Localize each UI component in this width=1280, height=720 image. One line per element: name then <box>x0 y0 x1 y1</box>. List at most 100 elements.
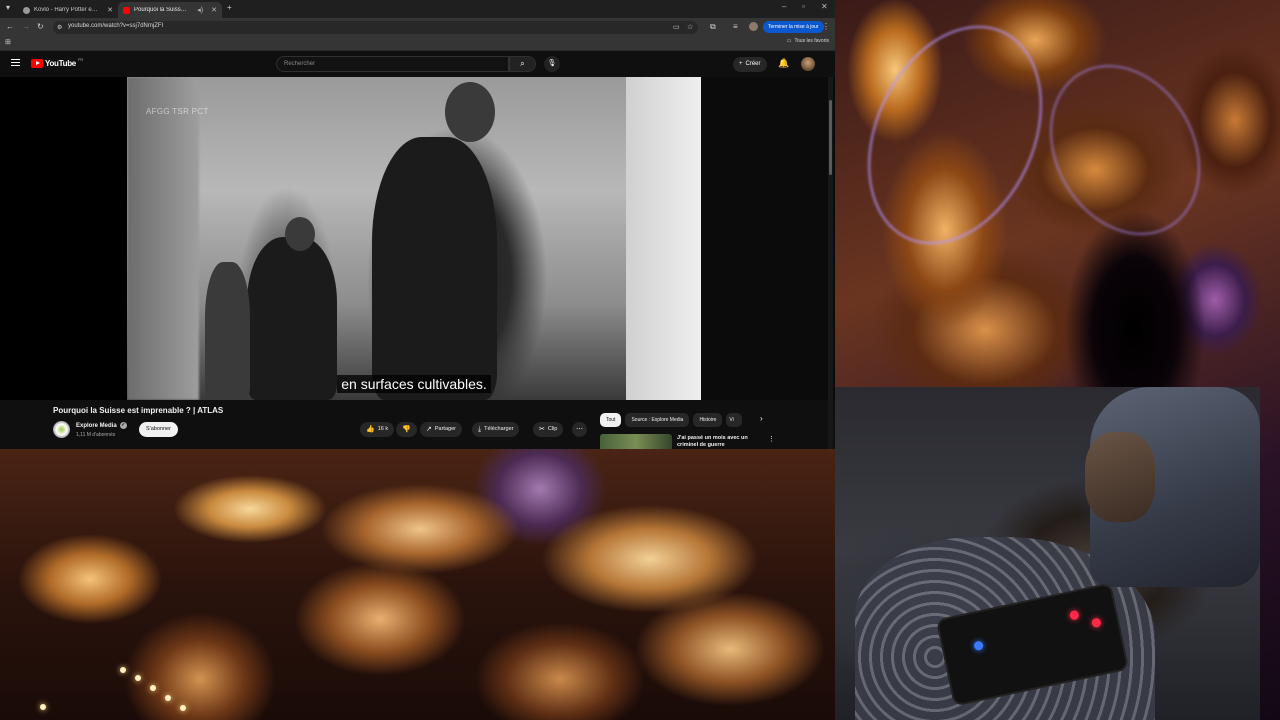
forward-arrow-icon[interactable]: → <box>22 21 30 33</box>
player-letterbox <box>701 77 835 400</box>
glow-light <box>135 675 141 681</box>
abstract-art-panel-bottom <box>0 449 835 720</box>
folder-icon: ▭ <box>786 38 792 44</box>
kebab-menu-icon[interactable]: ⋮ <box>822 21 830 33</box>
more-horizontal-icon: ⋯ <box>576 426 583 433</box>
close-icon[interactable]: ✕ <box>107 6 113 14</box>
more-actions-button[interactable]: ⋯ <box>572 422 587 437</box>
dislike-button[interactable]: 👎 <box>396 422 417 437</box>
video-player[interactable]: AFGG TSR PCT en surfaces cultivables. <box>0 77 835 400</box>
bookmark-star-icon[interactable]: ☆ <box>687 22 693 34</box>
glow-light <box>120 667 126 673</box>
verified-check-icon: ✓ <box>119 422 127 429</box>
clip-button[interactable]: ✂ Clip <box>533 422 564 437</box>
chip-history[interactable]: Histoire <box>693 413 723 427</box>
site-info-icon[interactable]: ⚙ <box>57 22 62 34</box>
update-button[interactable]: Terminer la mise à jour <box>763 21 824 33</box>
new-tab-button[interactable]: + <box>227 2 232 14</box>
channel-name[interactable]: Explore Media ✓ <box>76 422 127 429</box>
extensions-icon[interactable]: ⧉ <box>710 21 716 33</box>
chip-all[interactable]: Tout <box>600 413 622 427</box>
channel-avatar[interactable] <box>53 421 70 438</box>
tab-title: Kovlo - Harry Potter et le Prisonnier <box>34 7 99 13</box>
media-controls-icon[interactable]: ≡ <box>733 21 738 33</box>
video-frame[interactable]: AFGG TSR PCT en surfaces cultivables. <box>127 77 701 400</box>
glow-light <box>150 685 156 691</box>
thumbs-up-icon: 👍 <box>366 426 375 433</box>
create-label: Créer <box>745 61 761 67</box>
more-vertical-icon[interactable]: ⋮ <box>768 435 775 443</box>
audio-icon[interactable]: ◂) <box>197 6 203 14</box>
light-swirl <box>1019 37 1231 263</box>
microphone-icon: 🎙 <box>547 60 557 67</box>
tab-favicon-icon <box>23 6 30 14</box>
search-placeholder: Rechercher <box>284 61 316 67</box>
blurred-edge-left <box>127 77 199 400</box>
video-metadata: Pourquoi la Suisse est imprenable ? | AT… <box>0 400 835 449</box>
tab-strip: ▾ Kovlo - Harry Potter et le Prisonnier … <box>0 0 835 18</box>
url-text: youtube.com/watch?v=ssj7dNmjZFI <box>68 23 164 29</box>
glow-light <box>40 704 46 710</box>
country-code: FR <box>77 57 84 62</box>
webcam-feed <box>835 387 1260 720</box>
man-with-pipe <box>372 137 497 400</box>
channel-name-text: Explore Media <box>76 422 117 429</box>
reload-icon[interactable]: ↻ <box>37 21 44 33</box>
person-face <box>1085 432 1155 522</box>
led-red <box>1068 609 1080 621</box>
download-icon: ⤓ <box>478 426 482 433</box>
apps-grid-icon[interactable]: ⊞ <box>5 37 11 49</box>
man-head <box>445 82 495 142</box>
share-button[interactable]: ↗ Partager <box>420 422 462 437</box>
notifications-bell-icon[interactable]: 🔔 <box>778 58 789 69</box>
search-input[interactable]: Rechercher <box>276 56 509 72</box>
minimize-icon[interactable]: – <box>782 2 786 11</box>
glow-light <box>165 695 171 701</box>
tab-youtube-active[interactable]: Pourquoi la Suisse est imprenable ◂) ✕ <box>118 2 222 18</box>
tab-title: Pourquoi la Suisse est imprenable <box>134 7 190 13</box>
light-swirl <box>833 0 1077 274</box>
glow-light <box>180 705 186 711</box>
youtube-favicon-icon <box>123 6 130 14</box>
thumbs-down-icon: 👎 <box>402 426 411 433</box>
search-button[interactable]: ⌕ <box>509 56 536 72</box>
address-bar[interactable]: ⚙ youtube.com/watch?v=ssj7dNmjZFI ▭ ☆ <box>53 21 698 34</box>
subscribe-button[interactable]: S'abonner <box>139 422 178 437</box>
chip-source[interactable]: Source : Explore Media <box>625 413 690 427</box>
led-blue <box>973 640 984 652</box>
tab-harry-potter[interactable]: Kovlo - Harry Potter et le Prisonnier ✕ <box>18 2 118 18</box>
desktop-composite: ▾ Kovlo - Harry Potter et le Prisonnier … <box>0 0 1280 720</box>
cast-icon[interactable]: ▭ <box>673 22 680 34</box>
youtube-wordmark: YouTube <box>45 59 76 68</box>
plus-icon: + <box>739 61 743 67</box>
subtitle-text: en surfaces cultivables. <box>337 375 491 393</box>
all-bookmarks-folder[interactable]: ▭ Tous les favoris <box>787 38 829 44</box>
profile-avatar[interactable] <box>749 22 758 31</box>
maximize-icon[interactable]: ▫ <box>802 2 805 11</box>
share-label: Partager <box>434 426 456 432</box>
like-count: 16 k <box>377 426 389 432</box>
tab-search-icon[interactable]: ▾ <box>6 2 10 14</box>
related-filter-chips: Tout Source : Explore Media Histoire Vi <box>600 413 743 427</box>
youtube-logo[interactable]: YouTube FR <box>31 57 84 68</box>
close-icon[interactable]: ✕ <box>211 6 217 14</box>
video-title: Pourquoi la Suisse est imprenable ? | AT… <box>53 406 224 415</box>
subscriber-count: 1,11 M d'abonnés <box>76 432 116 438</box>
recommendation-title[interactable]: J'ai passé un mois avec un criminel de g… <box>677 435 757 449</box>
create-button[interactable]: + Créer <box>733 57 767 72</box>
download-button[interactable]: ⤓ Télécharger <box>472 422 520 437</box>
hamburger-menu-icon[interactable] <box>11 59 20 66</box>
chevron-right-icon[interactable]: › <box>760 414 763 423</box>
scrollbar-thumb[interactable] <box>829 100 832 175</box>
account-avatar[interactable] <box>801 57 815 71</box>
back-arrow-icon[interactable]: ← <box>6 21 14 33</box>
youtube-play-icon <box>31 59 43 68</box>
bookmarks-bar: ⊞ ▭ Tous les favoris <box>0 36 835 51</box>
chip-truncated[interactable]: Vi <box>726 413 743 427</box>
browser-window: ▾ Kovlo - Harry Potter et le Prisonnier … <box>0 0 835 449</box>
close-window-icon[interactable]: ✕ <box>821 2 828 11</box>
like-button[interactable]: 👍 16 k <box>360 422 395 437</box>
subtitle-caption: en surfaces cultivables. <box>127 375 701 394</box>
voice-search-button[interactable]: 🎙 <box>544 56 560 72</box>
recommendation-thumbnail[interactable] <box>600 434 672 449</box>
